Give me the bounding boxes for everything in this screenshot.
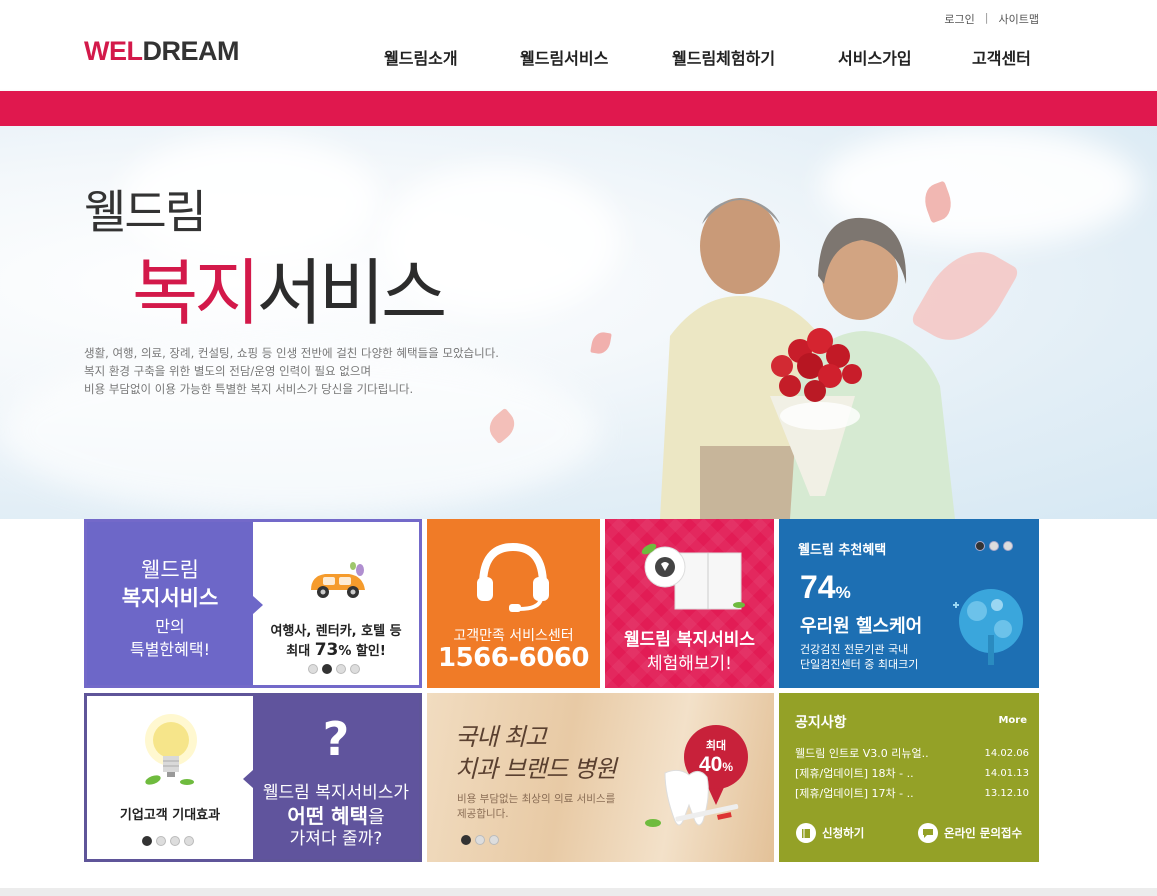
pager-dot[interactable] bbox=[308, 664, 318, 674]
slide-pager bbox=[975, 541, 1013, 551]
pager-dot[interactable] bbox=[156, 836, 166, 846]
benefit-tile-label: 웰드림 복지서비스 만의 특별한혜택! bbox=[87, 522, 253, 685]
list-item[interactable]: [제휴/업데이트] 18차 - .. 14.01.13 bbox=[795, 764, 1029, 784]
sitemap-link[interactable]: 사이트맵 bbox=[999, 11, 1039, 27]
logo[interactable]: WELDREAM bbox=[84, 36, 239, 67]
pager-dot[interactable] bbox=[989, 541, 999, 551]
arrow-decoration bbox=[243, 770, 253, 788]
lightbulb-icon bbox=[145, 714, 197, 785]
document-icon bbox=[796, 823, 816, 843]
pager-dot[interactable] bbox=[170, 836, 180, 846]
hero-banner: 웰드림 복지서비스 생활, 여행, 의료, 장례, 컨설팅, 쇼핑 등 인생 전… bbox=[0, 126, 1157, 519]
nav-item-service[interactable]: 웰드림서비스 bbox=[520, 45, 672, 69]
more-link[interactable]: More bbox=[998, 715, 1027, 726]
benefit-tile[interactable]: 웰드림 복지서비스 만의 특별한혜택! 여행사, 렌터카, 호텔 등 최대 73… bbox=[84, 519, 422, 688]
pager-dot[interactable] bbox=[1003, 541, 1013, 551]
tooth-icon bbox=[645, 769, 739, 827]
chat-icon bbox=[918, 823, 938, 843]
slide-pager bbox=[461, 835, 499, 845]
pager-dot-active[interactable] bbox=[975, 541, 985, 551]
benefit-tile-slide: 여행사, 렌터카, 호텔 등 최대 73% 할인! bbox=[253, 522, 419, 685]
notice-list: 웰드림 인트로 V3.0 리뉴얼.. 14.02.06 [제휴/업데이트] 18… bbox=[795, 744, 1029, 804]
senior-couple-photo bbox=[660, 198, 955, 519]
hero-description: 생활, 여행, 의료, 장례, 컨설팅, 쇼핑 등 인생 전반에 걸친 다양한 … bbox=[84, 346, 499, 396]
list-item[interactable]: [제휴/업데이트] 17차 - .. 13.12.10 bbox=[795, 784, 1029, 804]
petal-decoration bbox=[590, 330, 612, 356]
headset-icon bbox=[477, 542, 549, 612]
nav-item-experience[interactable]: 웰드림체험하기 bbox=[672, 45, 838, 69]
dental-promo-tile[interactable]: 국내 최고 치과 브랜드 병원 비용 부담없는 최상의 의료 서비스를 제공합니… bbox=[427, 693, 774, 862]
list-item[interactable]: 웰드림 인트로 V3.0 리뉴얼.. 14.02.06 bbox=[795, 744, 1029, 764]
pager-dot-active[interactable] bbox=[461, 835, 471, 845]
pager-dot-active[interactable] bbox=[322, 664, 332, 674]
utility-links: 로그인 | 사이트맵 bbox=[944, 11, 1039, 27]
nav-item-about[interactable]: 웰드림소개 bbox=[384, 45, 520, 69]
pager-dot[interactable] bbox=[336, 664, 346, 674]
slide-pager bbox=[308, 664, 360, 674]
pager-dot[interactable] bbox=[489, 835, 499, 845]
recommend-benefit-tile[interactable]: 웰드림 추천혜택 74% 우리원 헬스케어 건강검진 전문기관 국내 단일검진센… bbox=[779, 519, 1039, 688]
pager-dot[interactable] bbox=[350, 664, 360, 674]
notice-heading: 공지사항 bbox=[795, 715, 847, 731]
book-icon bbox=[641, 543, 745, 610]
sub-nav-bar bbox=[0, 91, 1157, 126]
question-mark-icon: ? bbox=[322, 712, 350, 766]
slide-pager bbox=[142, 836, 194, 846]
customer-center-tile[interactable]: 고객만족 서비스센터 1566-6060 bbox=[427, 519, 600, 688]
notice-board: 공지사항 More 웰드림 인트로 V3.0 리뉴얼.. 14.02.06 [제… bbox=[779, 693, 1039, 862]
nav-item-signup[interactable]: 서비스가입 bbox=[838, 45, 972, 69]
discount-percent: 74% bbox=[800, 569, 851, 605]
pager-dot[interactable] bbox=[475, 835, 485, 845]
expected-effect-tile[interactable]: 기업고객 기대효과 ? 웰드림 복지서비스가 어떤 혜택을 가져다 줄까? bbox=[84, 693, 422, 862]
hero-title: 웰드림 bbox=[84, 185, 207, 239]
online-inquiry-button[interactable]: 온라인 문의접수 bbox=[918, 823, 1022, 843]
main-nav: 웰드림소개 웰드림서비스 웰드림체험하기 서비스가입 고객센터 bbox=[384, 45, 1031, 69]
apply-button[interactable]: 신청하기 bbox=[796, 823, 864, 843]
car-icon bbox=[311, 562, 365, 598]
pager-dot[interactable] bbox=[184, 836, 194, 846]
phone-number: 1566-6060 bbox=[437, 643, 590, 673]
nav-item-support[interactable]: 고객센터 bbox=[972, 45, 1031, 69]
login-link[interactable]: 로그인 bbox=[944, 11, 974, 27]
separator: | bbox=[984, 11, 989, 24]
pager-dot-active[interactable] bbox=[142, 836, 152, 846]
footer bbox=[0, 888, 1157, 896]
hero-subtitle: 복지서비스 bbox=[132, 251, 447, 335]
header: WELDREAM 로그인 | 사이트맵 웰드림소개 웰드림서비스 웰드림체험하기… bbox=[0, 0, 1157, 91]
trial-tile[interactable]: 웰드림 복지서비스 체험해보기! bbox=[605, 519, 774, 688]
tree-icon bbox=[953, 589, 1023, 665]
